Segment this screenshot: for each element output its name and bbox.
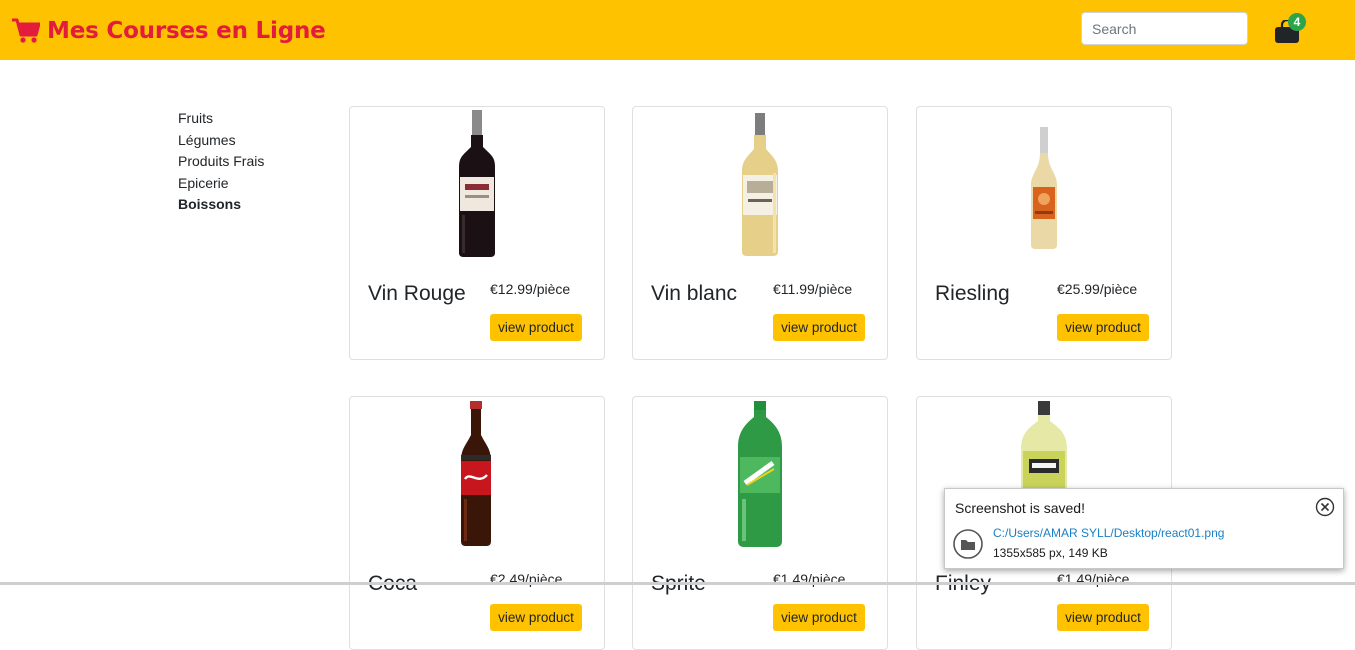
product-price: €12.99/pièce <box>490 281 571 297</box>
brand-title: Mes Courses en Ligne <box>47 18 326 44</box>
shopping-cart-icon <box>12 18 40 43</box>
view-product-button[interactable]: view product <box>773 604 865 631</box>
cart-button[interactable]: 4 <box>1272 12 1310 46</box>
product-card: Sprite €1.49/pièce view product <box>632 396 888 650</box>
view-product-button[interactable]: view product <box>1057 604 1149 631</box>
coca-cola-bottle-image <box>461 401 491 546</box>
brand[interactable]: Mes Courses en Ligne <box>12 14 326 48</box>
navbar: Mes Courses en Ligne 4 <box>0 0 1355 60</box>
category-item-epicerie[interactable]: Epicerie <box>178 173 264 195</box>
screenshot-path-link[interactable]: C:/Users/AMAR SYLL/Desktop/react01.png <box>993 526 1224 540</box>
view-product-button[interactable]: view product <box>490 604 582 631</box>
screenshot-saved-toast: Screenshot is saved! C:/Users/AMAR SYLL/… <box>944 488 1344 569</box>
product-name: Vin blanc <box>651 282 738 305</box>
category-item-produits-frais[interactable]: Produits Frais <box>178 151 264 173</box>
view-product-button[interactable]: view product <box>773 314 865 341</box>
view-product-button[interactable]: view product <box>1057 314 1149 341</box>
close-circle-icon[interactable] <box>1315 497 1335 517</box>
folder-icon[interactable] <box>953 529 983 559</box>
riesling-bottle-image <box>1031 127 1057 249</box>
product-card: Vin Rouge €12.99/pièce view product <box>349 106 605 360</box>
sprite-bottle-image <box>738 401 782 547</box>
product-price: €11.99/pièce <box>773 281 853 297</box>
product-card: Coca €2.49/pièce view product <box>349 396 605 650</box>
category-item-boissons[interactable]: Boissons <box>178 194 264 216</box>
red-wine-bottle-image <box>459 110 495 257</box>
category-item-fruits[interactable]: Fruits <box>178 108 264 130</box>
product-card: Riesling €25.99/pièce view product <box>916 106 1172 360</box>
product-card: Vin blanc €11.99/pièce view product <box>632 106 888 360</box>
white-wine-bottle-image <box>742 113 778 256</box>
category-item-legumes[interactable]: Légumes <box>178 130 264 152</box>
category-list: Fruits Légumes Produits Frais Epicerie B… <box>178 108 264 216</box>
view-product-button[interactable]: view product <box>490 314 582 341</box>
product-name: Riesling <box>935 282 1010 305</box>
product-price: €25.99/pièce <box>1057 281 1138 297</box>
product-name: Vin Rouge <box>368 282 466 305</box>
cart-count-badge: 4 <box>1288 13 1306 31</box>
screenshot-info: 1355x585 px, 149 KB <box>993 546 1108 560</box>
toast-title: Screenshot is saved! <box>955 500 1085 516</box>
search-input[interactable] <box>1081 12 1248 45</box>
